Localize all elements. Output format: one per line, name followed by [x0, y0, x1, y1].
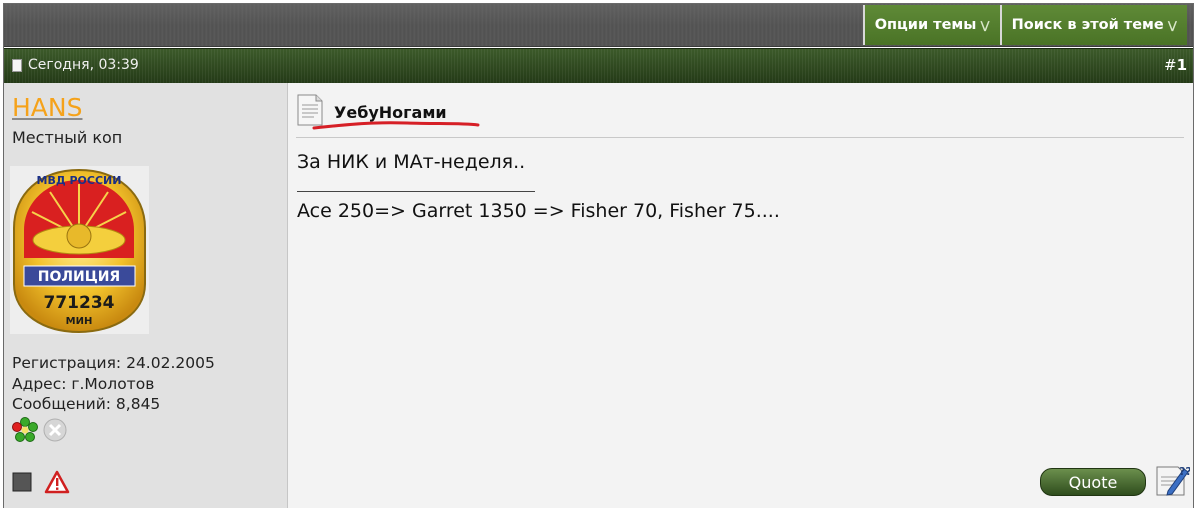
post-date-text: Сегодня, 03:39	[28, 57, 139, 73]
message-count: Сообщений: 8,845	[12, 395, 161, 413]
post-number-prefix: #	[1163, 56, 1177, 74]
chevron-down-icon: ⋁	[1167, 18, 1177, 32]
post-content: УебуНогами За НИК и МАт-неделя.. Ace 250…	[288, 83, 1193, 508]
user-address: Адрес: г.Молотов	[12, 374, 155, 393]
signature-divider	[297, 191, 535, 192]
thread-toolbar: Опции темы ⋁ Поиск в этой теме ⋁	[4, 4, 1193, 47]
post-number-link[interactable]: #1	[1164, 56, 1187, 74]
avatar[interactable]: МВД РОССИИ ПОЛИЦИЯ 771234 МИН	[10, 166, 149, 334]
thread-options-button[interactable]: Опции темы ⋁	[862, 5, 1000, 45]
avatar-top-text: МВД РОССИИ	[37, 174, 122, 187]
toolbar-buttons: Опции темы ⋁ Поиск в этой теме ⋁	[862, 5, 1187, 45]
post-frame: Опции темы ⋁ Поиск в этой теме ⋁ Сегодня…	[3, 3, 1194, 508]
red-underline-annotation	[312, 121, 480, 130]
icq-icon[interactable]	[12, 417, 38, 447]
search-thread-button[interactable]: Поиск в этой теме ⋁	[999, 5, 1187, 45]
user-info-column: HANS Местный коп МВД РОССИИ ПОЛИЦИЯ 7712…	[4, 83, 288, 508]
quote-button-label: Quote	[1068, 472, 1118, 492]
post-message: За НИК и МАт-неделя..	[297, 151, 526, 173]
thread-options-label: Опции темы	[874, 17, 977, 33]
post-divider	[296, 137, 1184, 138]
stop-icon[interactable]	[12, 472, 32, 496]
post-date: Сегодня, 03:39	[12, 57, 139, 73]
report-warning-icon[interactable]	[44, 470, 70, 498]
avatar-bottom-text: МИН	[66, 316, 93, 327]
post-title-text: УебуНогами	[334, 102, 447, 122]
avatar-band-text: ПОЛИЦИЯ	[38, 269, 120, 285]
quick-reply-icon[interactable]: ??	[1154, 463, 1192, 497]
avatar-number: 771234	[44, 293, 115, 313]
user-details: Регистрация: 24.02.2005 Адрес: г.Молотов…	[12, 353, 215, 415]
post-number: 1	[1176, 56, 1187, 74]
user-title: Местный коп	[12, 128, 123, 147]
username-link[interactable]: HANS	[12, 93, 82, 122]
quote-button[interactable]: Quote	[1040, 468, 1146, 496]
user-actions	[12, 470, 70, 498]
search-thread-label: Поиск в этой теме	[1011, 17, 1164, 33]
post-status-icon	[12, 58, 22, 72]
signature-text: Ace 250=> Garret 1350 => Fisher 70, Fish…	[297, 200, 780, 222]
chevron-down-icon: ⋁	[980, 18, 990, 32]
im-icons	[12, 417, 68, 447]
registration-date: Регистрация: 24.02.2005	[12, 354, 215, 372]
offline-status-icon	[42, 417, 68, 447]
svg-text:??: ??	[1179, 465, 1190, 478]
post-header: Сегодня, 03:39 #1	[4, 48, 1193, 84]
